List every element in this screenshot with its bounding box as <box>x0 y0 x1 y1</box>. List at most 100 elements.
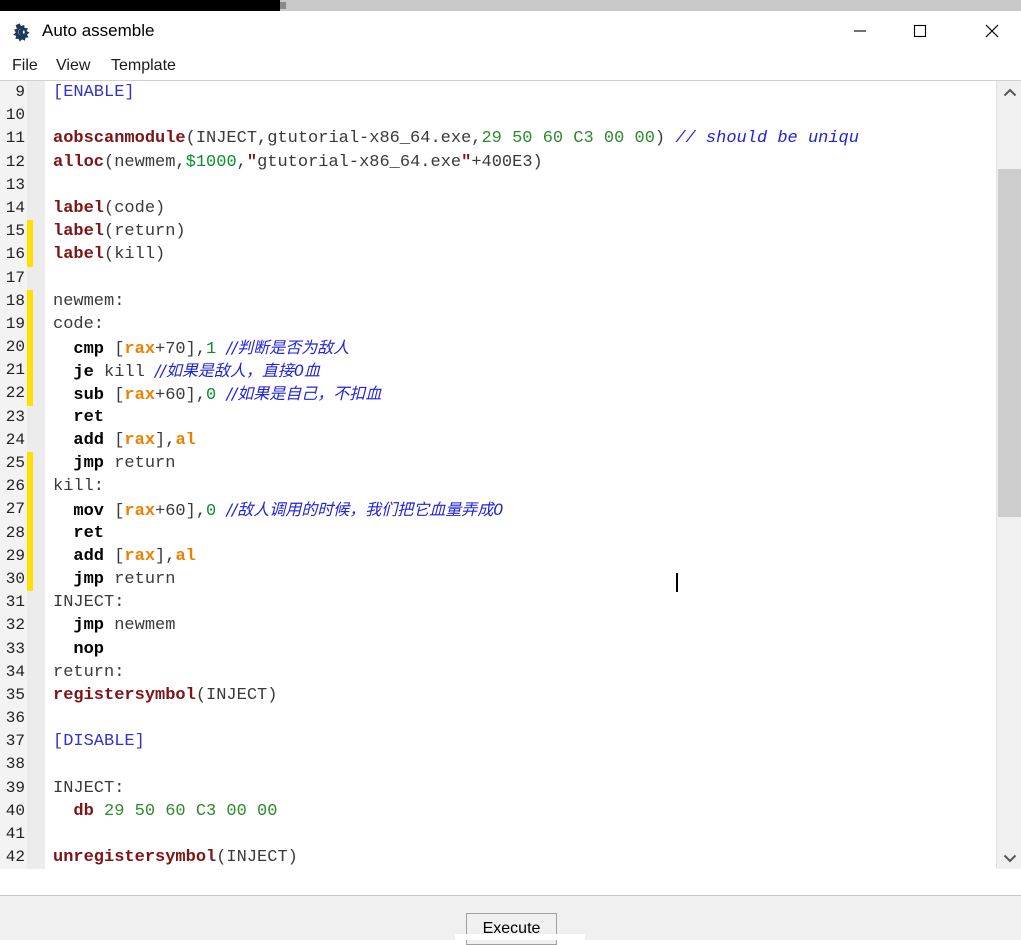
code-token: cmp <box>73 340 105 360</box>
line-number: 39 <box>5 778 25 797</box>
code-token: newmem: <box>53 291 125 311</box>
line-text: registersymbol(INJECT) <box>53 684 277 707</box>
code-line[interactable]: 9 [ENABLE] <box>0 81 996 104</box>
code-line[interactable]: 21 je kill //如果是敌人，直接0血 <box>0 359 996 383</box>
code-line[interactable]: 25 jmp return <box>0 452 996 476</box>
code-token: [ENABLE] <box>53 83 135 102</box>
vertical-scrollbar[interactable] <box>996 81 1021 869</box>
line-change-marker <box>27 382 33 406</box>
code-line[interactable]: 24 add [rax],al <box>0 429 996 452</box>
scroll-down-button[interactable] <box>997 847 1021 869</box>
code-token: newmem <box>104 616 176 636</box>
code-line[interactable]: 41 <box>0 823 996 846</box>
code-line[interactable]: 35 registersymbol(INJECT) <box>0 684 996 707</box>
code-line[interactable]: 29 add [rax],al <box>0 544 996 568</box>
chevron-down-icon <box>1003 854 1016 862</box>
line-text: nop <box>53 638 104 661</box>
text-caret <box>676 573 678 592</box>
line-text: code: <box>53 313 104 336</box>
code-line[interactable]: 18 newmem: <box>0 289 996 313</box>
line-text: unregistersymbol(INJECT) <box>53 846 298 869</box>
line-number: 17 <box>5 268 25 287</box>
code-token: sub <box>73 386 105 406</box>
code-token: ], <box>155 546 176 566</box>
code-line[interactable]: 28 ret <box>0 521 996 545</box>
menu-item-view[interactable]: View <box>50 54 96 78</box>
menu-item-template[interactable]: Template <box>105 54 182 78</box>
line-number: 38 <box>5 755 25 774</box>
code-line[interactable]: 10 <box>0 104 996 127</box>
line-number: 23 <box>5 407 25 426</box>
line-number: 19 <box>5 314 25 333</box>
code-token: 29 50 60 C3 00 00 <box>104 801 278 821</box>
minimize-button[interactable] <box>837 11 883 51</box>
maximize-button[interactable] <box>897 11 943 51</box>
code-line[interactable]: 11 aobscanmodule(INJECT,gtutorial-x86_64.… <box>0 127 996 150</box>
line-text: ret <box>53 406 104 429</box>
code-editor[interactable]: 9 [ENABLE] 10 11 aobscanmodule(INJECT,gtutor… <box>0 81 1021 881</box>
line-text: INJECT: <box>53 777 124 800</box>
line-text: ret <box>53 522 104 545</box>
line-change-marker <box>27 521 33 545</box>
code-token: je <box>73 363 94 383</box>
maximize-icon <box>913 24 927 38</box>
code-line[interactable]: 27 mov [rax+60],0 //敌人调用的时候，我们把它血量弄成0 <box>0 498 996 522</box>
code-line[interactable]: 13 <box>0 174 996 197</box>
code-token: al <box>175 430 196 450</box>
code-line[interactable]: 15 label(return) <box>0 220 996 244</box>
line-change-marker <box>27 498 33 522</box>
line-text: label(code) <box>53 197 165 220</box>
code-line[interactable]: 39 INJECT: <box>0 777 996 800</box>
line-number: 36 <box>5 709 25 728</box>
code-token: (kill) <box>104 245 166 265</box>
code-line[interactable]: 19 code: <box>0 312 996 337</box>
scroll-up-button[interactable] <box>997 81 1021 103</box>
title-bar[interactable]: Auto assemble <box>0 11 1021 51</box>
code-token: +70], <box>155 340 207 360</box>
code-token: code: <box>53 314 105 334</box>
line-number: 12 <box>5 152 25 171</box>
line-text: newmem: <box>53 290 124 313</box>
line-number: 26 <box>5 477 25 496</box>
line-text: add [rax],al <box>53 545 195 568</box>
code-line[interactable]: 20 cmp [rax+70],1 //判断是否为敌人 <box>0 336 996 360</box>
code-line[interactable]: 22 sub [rax+60],0 //如果是自己，不扣血 <box>0 382 996 406</box>
code-token: jmp <box>73 569 105 589</box>
line-number: 30 <box>5 569 25 588</box>
code-viewport[interactable]: 9 [ENABLE] 10 11 aobscanmodule(INJECT,gtutor… <box>0 81 996 869</box>
code-line[interactable]: 37 [DISABLE] <box>0 730 996 753</box>
line-change-marker <box>27 452 33 476</box>
code-line[interactable]: 38 <box>0 753 996 776</box>
execute-button[interactable]: Execute <box>466 913 557 945</box>
code-lines[interactable]: 9 [ENABLE] 10 11 aobscanmodule(INJECT,gtutor… <box>0 81 996 869</box>
code-line[interactable]: 30 jmp return <box>0 567 996 592</box>
code-token: rax <box>124 340 156 360</box>
line-number: 40 <box>5 801 25 820</box>
auto-assemble-window: Auto assemble File View Template 9 [ENAB… <box>0 11 1021 945</box>
code-line[interactable]: 32 jmp newmem <box>0 614 996 637</box>
close-button[interactable] <box>969 11 1015 51</box>
code-line[interactable]: 31 INJECT: <box>0 591 996 614</box>
code-token: [DISABLE] <box>53 732 145 752</box>
code-line[interactable]: 16 label(kill) <box>0 243 996 267</box>
code-line[interactable]: 26 kill: <box>0 475 996 499</box>
code-line[interactable]: 23 ret <box>0 406 996 429</box>
code-token: label <box>53 222 105 242</box>
code-token: 29 50 60 C3 00 00 <box>481 129 655 149</box>
menu-item-file[interactable]: File <box>6 54 44 78</box>
vertical-scrollbar-thumb[interactable] <box>998 169 1021 517</box>
code-line[interactable]: 17 <box>0 267 996 290</box>
code-line[interactable]: 36 <box>0 707 996 730</box>
code-line[interactable]: 33 nop <box>0 638 996 661</box>
code-line[interactable]: 14 label(code) <box>0 197 996 220</box>
code-token: [ <box>104 546 125 566</box>
code-line[interactable]: 12 alloc(newmem,$1000,"gtutorial-x86_64.e… <box>0 151 996 174</box>
code-line[interactable]: 34 return: <box>0 661 996 684</box>
code-line[interactable]: 40 db 29 50 60 C3 00 00 <box>0 800 996 823</box>
code-line[interactable]: 42 unregistersymbol(INJECT) <box>0 846 996 869</box>
line-text: INJECT: <box>53 591 124 614</box>
